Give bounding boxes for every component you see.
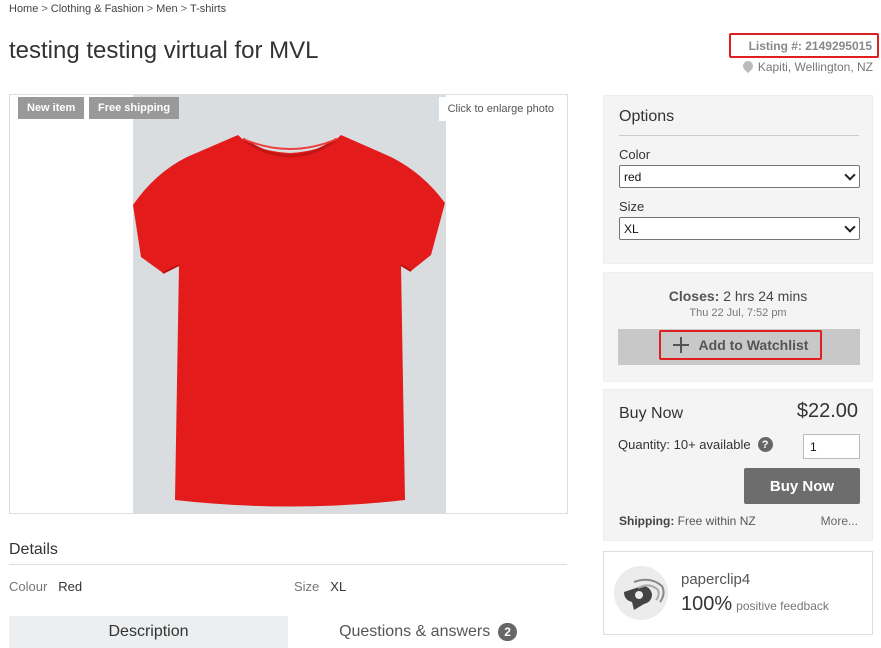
quantity-text: Quantity: 10+ available — [618, 437, 751, 452]
watchlist-label: Add to Watchlist — [698, 337, 809, 353]
shipping-label: Shipping: — [619, 514, 675, 528]
chevron-down-icon — [844, 221, 856, 233]
feedback-percentage: 100% — [681, 593, 733, 615]
buy-now-button[interactable]: Buy Now — [744, 468, 860, 504]
free-shipping-badge: Free shipping — [89, 97, 180, 119]
shipping-value: Free within NZ — [677, 514, 756, 528]
options-divider — [619, 135, 859, 136]
product-photo[interactable] — [133, 95, 446, 514]
seller-feedback: 100% positive feedback — [681, 593, 829, 616]
closes-value: 2 hrs 24 mins — [723, 288, 808, 304]
options-heading: Options — [619, 108, 675, 125]
add-to-watchlist-button[interactable]: Add to Watchlist — [618, 329, 860, 365]
size-select-value: XL — [624, 221, 639, 236]
buy-now-heading: Buy Now — [619, 405, 684, 422]
closing-panel: Closes: 2 hrs 24 mins Thu 22 Jul, 7:52 p… — [603, 272, 873, 382]
price: $22.00 — [796, 400, 858, 422]
help-icon[interactable]: ? — [757, 437, 773, 452]
breadcrumb-home[interactable]: Home — [9, 3, 38, 15]
attribute-colour-label: Colour — [9, 579, 48, 594]
listing-number: Listing #: 2149295015 — [729, 33, 879, 58]
tab-description-label: Description — [108, 623, 189, 640]
buy-now-panel: Buy Now $22.00 Quantity: 10+ available ?… — [603, 389, 873, 541]
color-select-value: red — [624, 169, 642, 184]
tab-description[interactable]: Description — [9, 616, 288, 648]
enlarge-photo-link[interactable]: Click to enlarge photo — [438, 97, 567, 121]
more-shipping-link[interactable]: More... — [821, 514, 858, 528]
breadcrumb-separator: > — [180, 3, 188, 15]
avatar[interactable] — [614, 566, 668, 620]
shipping-info: Shipping: Free within NZ — [619, 514, 756, 528]
seller-avatar-icon — [614, 566, 668, 620]
seller-card[interactable]: paperclip4 100% positive feedback — [603, 551, 873, 635]
details-heading: Details — [9, 541, 58, 558]
attribute-colour-value: Red — [58, 579, 83, 594]
red-tshirt-image — [133, 135, 445, 507]
closes-time: Closes: 2 hrs 24 mins — [604, 288, 872, 304]
location: Kapiti, Wellington, NZ — [743, 60, 873, 74]
breadcrumb-separator: > — [146, 3, 154, 15]
color-select[interactable]: red — [619, 165, 860, 188]
feedback-label: positive feedback — [736, 599, 829, 613]
attribute-colour: Colour Red — [9, 579, 82, 594]
size-label: Size — [619, 199, 645, 214]
chevron-down-icon — [844, 169, 856, 181]
tab-questions-answers[interactable]: Questions & answers 2 — [289, 616, 567, 648]
plus-icon — [672, 337, 689, 353]
page-title: testing testing virtual for MVL — [9, 37, 319, 64]
size-select[interactable]: XL — [619, 217, 860, 240]
seller-name[interactable]: paperclip4 — [681, 571, 750, 588]
options-panel: Options Color red Size XL — [603, 95, 873, 264]
attribute-size-label: Size — [294, 579, 320, 594]
breadcrumb: Home > Clothing & Fashion > Men > T-shirts — [9, 3, 226, 15]
breadcrumb-clothing-fashion[interactable]: Clothing & Fashion — [51, 3, 144, 15]
attribute-size-value: XL — [330, 579, 347, 594]
new-item-badge: New item — [18, 97, 85, 119]
product-photo-frame[interactable]: New item Free shipping Click to enlarge … — [9, 94, 568, 514]
quantity-label: Quantity: 10+ available ? — [618, 437, 773, 452]
qa-count-badge: 2 — [498, 623, 517, 641]
tab-qa-label: Questions & answers — [339, 623, 491, 640]
attribute-size: Size XL — [294, 579, 346, 594]
quantity-input[interactable]: 1 — [803, 434, 860, 459]
color-label: Color — [619, 147, 651, 162]
watchlist-highlight[interactable]: Add to Watchlist — [659, 330, 822, 360]
closes-label: Closes: — [668, 288, 720, 304]
breadcrumb-tshirts[interactable]: T-shirts — [190, 3, 226, 15]
details-divider — [9, 564, 567, 565]
breadcrumb-men[interactable]: Men — [156, 3, 177, 15]
location-text: Kapiti, Wellington, NZ — [757, 60, 873, 74]
location-pin-icon — [743, 61, 753, 74]
breadcrumb-separator: > — [41, 3, 48, 15]
closes-date: Thu 22 Jul, 7:52 pm — [689, 307, 787, 319]
